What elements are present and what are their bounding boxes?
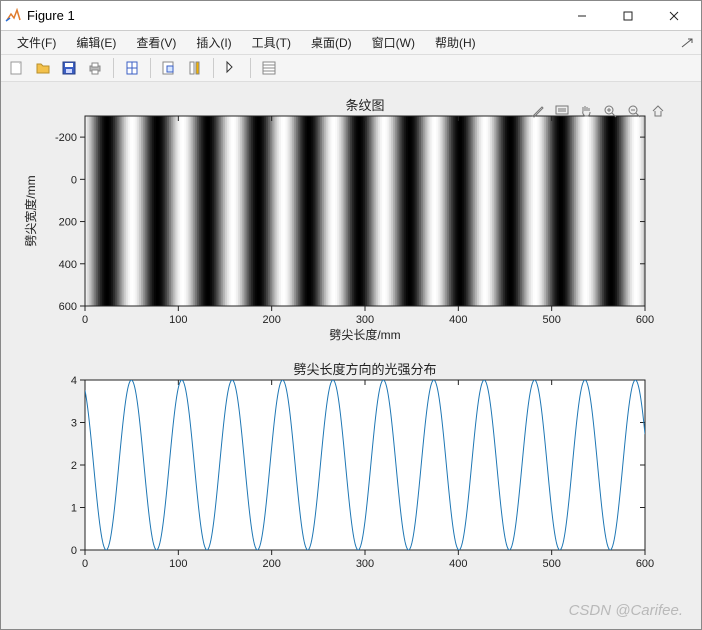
- figure-canvas: 条纹图-20002004006000100200300400500600劈尖长度…: [1, 82, 701, 629]
- pan-icon[interactable]: [577, 102, 595, 120]
- menu-desktop[interactable]: 桌面(D): [301, 31, 362, 54]
- titlebar: Figure 1: [1, 1, 701, 31]
- axes-toolbar: [529, 102, 667, 120]
- svg-text:500: 500: [542, 314, 560, 326]
- zoom-in-icon[interactable]: [601, 102, 619, 120]
- datatip-icon[interactable]: [553, 102, 571, 120]
- close-button[interactable]: [651, 1, 697, 31]
- svg-text:2: 2: [71, 460, 77, 472]
- menu-file[interactable]: 文件(F): [7, 31, 66, 54]
- brush-icon[interactable]: [529, 102, 547, 120]
- toolbar-separator: [213, 58, 214, 78]
- maximize-button[interactable]: [605, 1, 651, 31]
- svg-text:0: 0: [71, 545, 77, 557]
- menu-edit[interactable]: 编辑(E): [66, 31, 126, 54]
- menu-tools[interactable]: 工具(T): [242, 31, 301, 54]
- open-button[interactable]: [31, 56, 55, 80]
- svg-text:600: 600: [59, 301, 77, 313]
- save-button[interactable]: [57, 56, 81, 80]
- svg-text:劈尖长度方向的光强分布: 劈尖长度方向的光强分布: [293, 362, 436, 377]
- svg-text:400: 400: [449, 314, 467, 326]
- svg-text:200: 200: [59, 217, 77, 229]
- svg-text:400: 400: [59, 259, 77, 271]
- menu-window[interactable]: 窗口(W): [362, 31, 425, 54]
- svg-text:1: 1: [71, 503, 77, 515]
- svg-text:条纹图: 条纹图: [345, 98, 384, 113]
- home-icon[interactable]: [649, 102, 667, 120]
- minimize-button[interactable]: [559, 1, 605, 31]
- plots-svg: 条纹图-20002004006000100200300400500600劈尖长度…: [7, 94, 679, 614]
- svg-text:劈尖长度/mm: 劈尖长度/mm: [329, 327, 400, 342]
- svg-text:400: 400: [449, 558, 467, 570]
- svg-text:0: 0: [82, 558, 88, 570]
- menu-help[interactable]: 帮助(H): [425, 31, 486, 54]
- link-axes-button[interactable]: [120, 56, 144, 80]
- svg-text:劈尖宽度/mm: 劈尖宽度/mm: [23, 175, 38, 246]
- svg-text:4: 4: [71, 375, 77, 387]
- svg-text:0: 0: [71, 174, 77, 186]
- svg-text:-200: -200: [55, 132, 77, 144]
- toolbar-separator: [113, 58, 114, 78]
- zoom-out-icon[interactable]: [625, 102, 643, 120]
- svg-text:100: 100: [169, 558, 187, 570]
- matlab-icon: [5, 8, 21, 24]
- toolbar-separator: [250, 58, 251, 78]
- svg-text:0: 0: [82, 314, 88, 326]
- svg-text:500: 500: [542, 558, 560, 570]
- print-button[interactable]: [83, 56, 107, 80]
- menubar: 文件(F) 编辑(E) 查看(V) 插入(I) 工具(T) 桌面(D) 窗口(W…: [1, 31, 701, 55]
- toolbar-separator: [150, 58, 151, 78]
- dock-icon[interactable]: [681, 37, 693, 51]
- new-figure-button[interactable]: [5, 56, 29, 80]
- svg-text:100: 100: [169, 314, 187, 326]
- data-cursor-button[interactable]: [157, 56, 181, 80]
- svg-text:600: 600: [636, 558, 654, 570]
- svg-text:600: 600: [636, 314, 654, 326]
- property-inspector-button[interactable]: [257, 56, 281, 80]
- menu-view[interactable]: 查看(V): [126, 31, 186, 54]
- svg-text:200: 200: [262, 314, 280, 326]
- menu-insert[interactable]: 插入(I): [186, 31, 241, 54]
- colorbar-button[interactable]: [183, 56, 207, 80]
- toolbar: [1, 55, 701, 82]
- svg-text:300: 300: [356, 314, 374, 326]
- window-title: Figure 1: [27, 8, 75, 23]
- figure-window: Figure 1 文件(F) 编辑(E) 查看(V) 插入(I) 工具(T) 桌…: [0, 0, 702, 630]
- svg-text:300: 300: [356, 558, 374, 570]
- svg-text:200: 200: [262, 558, 280, 570]
- edit-plot-button[interactable]: [220, 56, 244, 80]
- svg-text:3: 3: [71, 418, 77, 430]
